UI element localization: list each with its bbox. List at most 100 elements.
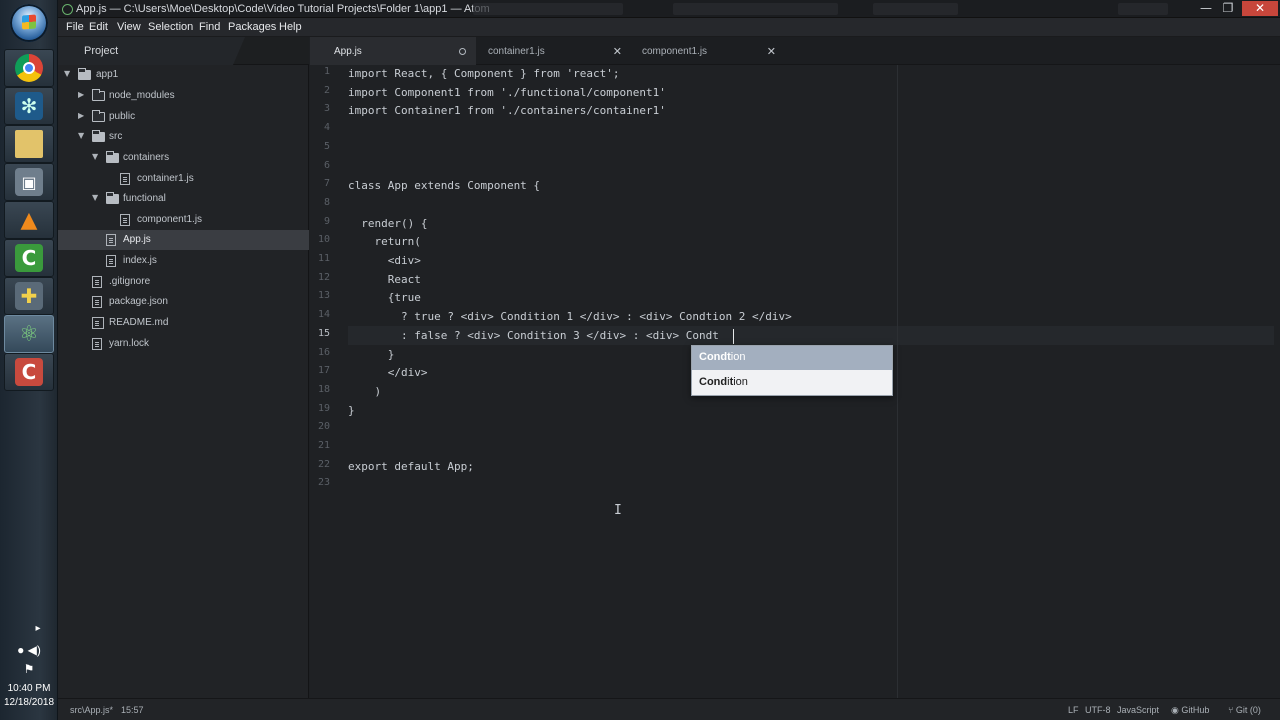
code-line[interactable]: <div> [348,251,1274,270]
taskbar-tool[interactable]: ✚ [4,277,54,315]
folder-open-icon [106,192,119,204]
tree-item-index-js[interactable]: index.js [58,251,309,271]
code-line[interactable]: import Container1 from './containers/con… [348,101,1274,120]
background-window-tab [473,3,623,15]
autocomplete-suggestion[interactable]: Condition [692,371,892,395]
code-line[interactable]: render() { [348,214,1274,233]
code-line[interactable]: {true [348,288,1274,307]
menu-edit[interactable]: Edit [87,20,110,34]
chevron-down-icon: ▼ [92,193,99,202]
clock-date[interactable]: 12/18/2018 [0,697,58,708]
background-window-tab [1118,3,1168,15]
tree-item-node-modules[interactable]: ▶ node_modules [58,86,309,106]
status-line-ending[interactable]: LF [1068,705,1079,715]
flag-icon[interactable]: ⚑ [0,662,58,676]
line-number: 16 [317,346,330,358]
start-button-icon[interactable] [10,4,48,42]
menu-view[interactable]: View [115,20,143,34]
code-line[interactable]: ? true ? <div> Condition 1 </div> : <div… [348,307,1274,326]
taskbar-explorer[interactable] [4,125,54,163]
window-title: App.js — C:\Users\Moe\Desktop\Code\Video… [76,3,490,15]
tree-item-app1[interactable]: ▼ app1 [58,65,309,85]
close-tab-icon[interactable]: ✕ [767,45,776,58]
tree-item-app-js[interactable]: App.js [58,230,309,250]
chrome-icon [15,54,43,82]
tree-item-containers[interactable]: ▼ containers [58,148,309,168]
autocomplete-popup: Condtion Condition [691,345,893,396]
code-line[interactable] [348,139,1274,158]
tree-item-functional[interactable]: ▼ functional [58,189,309,209]
code-line[interactable] [348,438,1274,457]
code-line[interactable]: : false ? <div> Condition 3 </div> : <di… [348,325,1274,345]
code-line[interactable]: return( [348,232,1274,251]
tab-container1-js[interactable]: container1.js ✕ [464,37,630,65]
tree-item-gitignore[interactable]: .gitignore [58,272,309,292]
autocomplete-suggestion[interactable]: Condtion [692,346,892,370]
status-grammar[interactable]: JavaScript [1117,705,1159,715]
line-number-gutter: 1 2 3 4 5 6 7 8 9 10 11 12 13 14 15 16 17 18 19 20 21 22 23 [310,65,340,698]
vlc-cone-icon: ▲ [20,207,38,233]
project-tab[interactable]: Project [58,37,245,65]
taskbar-chrome[interactable] [4,49,54,87]
line-number: 4 [323,122,330,134]
code-line[interactable] [348,120,1274,139]
taskbar-computer[interactable]: ▣ [4,163,54,201]
github-icon: ◉ [1171,705,1179,715]
minimize-button[interactable]: — [1194,1,1218,16]
status-encoding[interactable]: UTF-8 [1085,705,1111,715]
code-line[interactable]: export default App; [348,457,1274,476]
tree-item-label: app1 [96,69,119,80]
status-git[interactable]: ⑂ Git (0) [1228,705,1261,715]
tab-component1-js[interactable]: component1.js ✕ [618,37,784,65]
close-window-button[interactable]: ✕ [1242,1,1278,16]
tree-item-label: component1.js [137,214,203,225]
maximize-button[interactable]: ❐ [1216,1,1240,16]
volume-icon[interactable]: ● ◀) [0,643,58,657]
tree-item-container1-js[interactable]: container1.js [58,169,309,189]
taskbar-atom[interactable]: ⚛ [4,315,54,353]
file-icon [106,255,116,267]
tree-item-public[interactable]: ▶ public [58,107,309,127]
taskbar-molecule[interactable]: ✻ [4,87,54,125]
code-line[interactable]: import Component1 from './functional/com… [348,83,1274,102]
menu-find[interactable]: Find [197,20,222,34]
tray-expand-icon[interactable]: ▸ [18,623,58,634]
status-github[interactable]: ◉ GitHub [1171,705,1209,716]
line-number: 9 [323,215,330,227]
line-number: 19 [317,402,330,414]
wrap-guide [897,65,898,698]
chevron-right-icon: ▶ [78,90,85,99]
tree-item-readme[interactable]: README.md [58,313,309,333]
tab-app-js[interactable]: App.js [310,37,476,65]
status-cursor-position[interactable]: 15:57 [121,705,144,715]
git-branch-icon: ⑂ [1228,705,1234,715]
tree-item-yarn-lock[interactable]: yarn.lock [58,334,309,354]
code-line[interactable]: } [348,401,1274,420]
tree-item-package-json[interactable]: package.json [58,292,309,312]
windows-taskbar: ✻ ▣ ▲ C ✚ ⚛ C ▸ ● ◀) ⚑ 10:40 PM 12/18/20… [0,0,58,720]
taskbar-camtasia-red[interactable]: C [4,353,54,391]
clock-time[interactable]: 10:40 PM [0,683,58,694]
folder-open-icon [106,151,119,163]
tree-item-src[interactable]: ▼ src [58,127,309,147]
menu-file[interactable]: File [64,20,86,34]
menu-selection[interactable]: Selection [146,20,195,34]
tree-item-component1-js[interactable]: component1.js [58,210,309,230]
code-line[interactable] [348,195,1274,214]
code-line[interactable] [348,475,1274,494]
status-git-label: Git (0) [1235,705,1261,715]
status-file-path[interactable]: src\App.js* [70,705,113,715]
folder-open-icon [78,68,91,80]
line-number: 2 [323,84,330,96]
code-line[interactable]: React [348,270,1274,289]
taskbar-camtasia-green[interactable]: C [4,239,54,277]
menu-packages[interactable]: Packages [226,20,278,34]
taskbar-vlc[interactable]: ▲ [4,201,54,239]
code-line[interactable] [348,158,1274,177]
code-line[interactable]: import React, { Component } from 'react'… [348,64,1274,83]
computer-icon: ▣ [15,168,43,196]
menu-help[interactable]: Help [277,20,304,34]
code-line[interactable] [348,419,1274,438]
line-number: 17 [317,365,330,377]
code-line[interactable]: class App extends Component { [348,176,1274,195]
